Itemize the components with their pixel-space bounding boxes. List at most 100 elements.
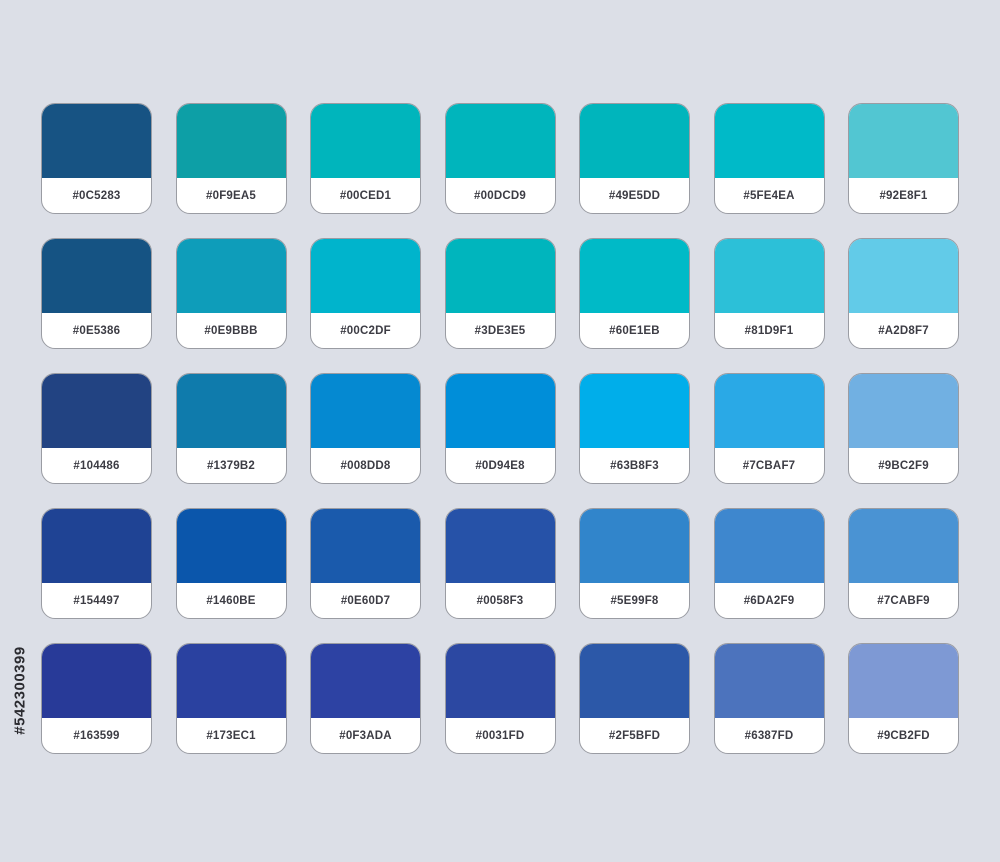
swatch-color-chip bbox=[445, 374, 555, 448]
color-swatch: #81D9F1 bbox=[713, 238, 825, 349]
swatch-color-chip bbox=[445, 509, 555, 583]
swatch-hex-label: #3DE3E5 bbox=[474, 324, 526, 337]
color-swatch: #104486 bbox=[41, 373, 152, 484]
swatch-color-chip bbox=[445, 644, 555, 718]
swatch-hex-label: #0E60D7 bbox=[340, 594, 391, 607]
swatch-color-chip bbox=[311, 104, 420, 178]
swatch-hex-label: #49E5DD bbox=[608, 189, 661, 202]
color-swatch: #00DCD9 bbox=[444, 103, 556, 214]
swatch-color-chip bbox=[42, 104, 151, 178]
color-swatch: #163599 bbox=[41, 643, 152, 754]
swatch-hex-label: #81D9F1 bbox=[744, 324, 794, 337]
color-swatch: #49E5DD bbox=[579, 103, 690, 214]
swatch-color-chip bbox=[311, 374, 420, 448]
color-swatch: #9CB2FD bbox=[848, 643, 959, 754]
color-swatch: #0D94E8 bbox=[444, 373, 556, 484]
swatch-color-chip bbox=[445, 104, 555, 178]
swatch-hex-label: #104486 bbox=[73, 459, 120, 472]
swatch-color-chip bbox=[311, 644, 420, 718]
color-swatch: #3DE3E5 bbox=[444, 238, 556, 349]
swatch-color-chip bbox=[311, 239, 420, 313]
color-swatch: #00C2DF bbox=[310, 238, 421, 349]
swatch-color-chip bbox=[714, 104, 824, 178]
swatch-hex-label: #5FE4EA bbox=[743, 189, 795, 202]
swatch-hex-label: #0F9EA5 bbox=[206, 189, 256, 202]
color-swatch: #0058F3 bbox=[444, 508, 556, 619]
color-swatch: #9BC2F9 bbox=[848, 373, 959, 484]
swatch-hex-label: #6387FD bbox=[744, 729, 794, 742]
swatch-color-chip bbox=[176, 239, 286, 313]
swatch-color-chip bbox=[849, 239, 958, 313]
color-swatch: #1460BE bbox=[175, 508, 287, 619]
swatch-hex-label: #9BC2F9 bbox=[878, 459, 929, 472]
swatch-color-chip bbox=[580, 644, 689, 718]
color-swatch: #00CED1 bbox=[310, 103, 421, 214]
swatch-color-chip bbox=[42, 374, 151, 448]
swatch-hex-label: #63B8F3 bbox=[610, 459, 659, 472]
swatch-hex-label: #9CB2FD bbox=[877, 729, 930, 742]
color-swatch: #63B8F3 bbox=[579, 373, 690, 484]
swatch-color-chip bbox=[176, 509, 286, 583]
swatch-color-chip bbox=[580, 104, 689, 178]
color-swatch: #2F5BFD bbox=[579, 643, 690, 754]
swatch-hex-label: #008DD8 bbox=[340, 459, 391, 472]
swatch-hex-label: #0C5283 bbox=[72, 189, 121, 202]
color-swatch: #173EC1 bbox=[175, 643, 287, 754]
swatch-hex-label: #5E99F8 bbox=[610, 594, 659, 607]
swatch-hex-label: #154497 bbox=[73, 594, 120, 607]
swatch-color-chip bbox=[580, 374, 689, 448]
color-swatch: #0E9BBB bbox=[175, 238, 287, 349]
stock-image-id: #542300399 bbox=[9, 620, 31, 760]
color-swatch: #0E60D7 bbox=[310, 508, 421, 619]
swatch-hex-label: #0E9BBB bbox=[204, 324, 258, 337]
color-swatch: #7CABF9 bbox=[848, 508, 959, 619]
swatch-hex-label: #163599 bbox=[73, 729, 120, 742]
swatch-color-chip bbox=[311, 509, 420, 583]
color-swatch: #0F3ADA bbox=[310, 643, 421, 754]
swatch-hex-label: #00DCD9 bbox=[474, 189, 526, 202]
swatch-color-chip bbox=[176, 374, 286, 448]
swatch-hex-label: #2F5BFD bbox=[608, 729, 661, 742]
color-swatch: #008DD8 bbox=[310, 373, 421, 484]
swatch-hex-label: #00C2DF bbox=[340, 324, 391, 337]
color-swatch: #5FE4EA bbox=[713, 103, 825, 214]
swatch-hex-label: #92E8F1 bbox=[879, 189, 928, 202]
swatch-hex-label: #173EC1 bbox=[206, 729, 256, 742]
swatch-color-chip bbox=[42, 509, 151, 583]
swatch-color-chip bbox=[849, 644, 958, 718]
color-swatch: #6387FD bbox=[713, 643, 825, 754]
swatch-hex-label: #60E1EB bbox=[609, 324, 660, 337]
swatch-color-chip bbox=[42, 239, 151, 313]
color-palette-grid: #0C5283 #0F9EA5 #00CED1 #00DCD9 #49E5DD #5FE4… bbox=[41, 103, 959, 754]
color-swatch: #154497 bbox=[41, 508, 152, 619]
swatch-color-chip bbox=[714, 239, 824, 313]
color-swatch: #0E5386 bbox=[41, 238, 152, 349]
color-swatch: #0031FD bbox=[444, 643, 556, 754]
swatch-color-chip bbox=[445, 239, 555, 313]
swatch-color-chip bbox=[176, 104, 286, 178]
swatch-color-chip bbox=[714, 644, 824, 718]
swatch-hex-label: #0F3ADA bbox=[339, 729, 392, 742]
stock-image-id-text: #542300399 bbox=[11, 645, 29, 735]
color-swatch: #60E1EB bbox=[579, 238, 690, 349]
swatch-color-chip bbox=[580, 239, 689, 313]
swatch-color-chip bbox=[580, 509, 689, 583]
color-swatch: #A2D8F7 bbox=[848, 238, 959, 349]
swatch-hex-label: #6DA2F9 bbox=[743, 594, 795, 607]
color-swatch: #5E99F8 bbox=[579, 508, 690, 619]
swatch-hex-label: #0E5386 bbox=[72, 324, 121, 337]
swatch-hex-label: #1379B2 bbox=[206, 459, 256, 472]
swatch-color-chip bbox=[849, 509, 958, 583]
swatch-hex-label: #A2D8F7 bbox=[878, 324, 929, 337]
swatch-color-chip bbox=[849, 374, 958, 448]
color-swatch: #0C5283 bbox=[41, 103, 152, 214]
swatch-color-chip bbox=[849, 104, 958, 178]
swatch-hex-label: #0D94E8 bbox=[475, 459, 525, 472]
swatch-hex-label: #0031FD bbox=[475, 729, 525, 742]
color-swatch: #92E8F1 bbox=[848, 103, 959, 214]
color-swatch: #7CBAF7 bbox=[713, 373, 825, 484]
color-swatch: #6DA2F9 bbox=[713, 508, 825, 619]
color-swatch: #0F9EA5 bbox=[175, 103, 287, 214]
color-swatch: #1379B2 bbox=[175, 373, 287, 484]
swatch-color-chip bbox=[714, 374, 824, 448]
